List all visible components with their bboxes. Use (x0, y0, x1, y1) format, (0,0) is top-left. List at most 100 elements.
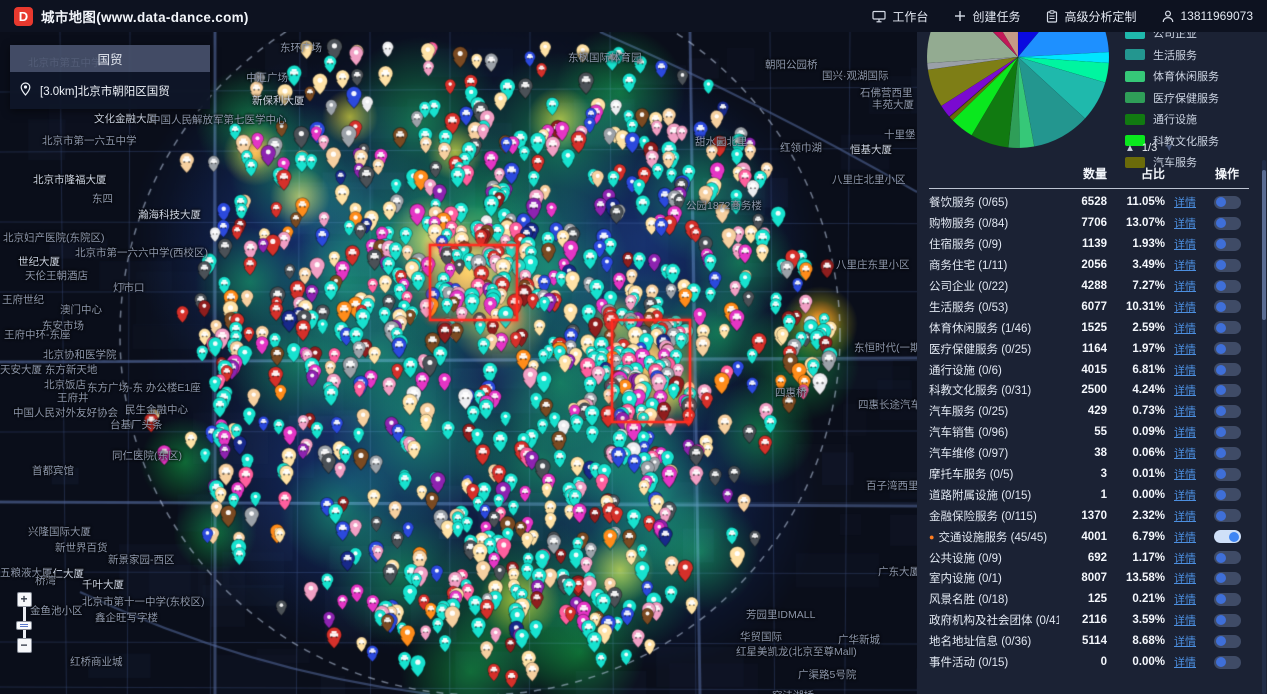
category-count: 4001 (1081, 530, 1107, 543)
category-pct: 0.21% (1132, 593, 1165, 606)
zoom-out-button[interactable]: − (16, 638, 32, 653)
visibility-toggle[interactable] (1213, 655, 1241, 669)
table-row: 公共设施 (0/9) 692 1.17% 详情 (929, 547, 1249, 568)
zoom-slider-handle[interactable] (16, 621, 32, 630)
table-divider (929, 188, 1249, 189)
search-panel: 国贸 [3.0km]北京市朝阳区国贸 (10, 45, 210, 109)
detail-link[interactable]: 详情 (1174, 553, 1196, 565)
detail-link[interactable]: 详情 (1174, 657, 1196, 669)
detail-link[interactable]: 详情 (1174, 281, 1196, 293)
category-pct: 0.01% (1132, 468, 1165, 481)
user-icon (1162, 10, 1174, 23)
sidebar-scrollbar[interactable] (1262, 160, 1266, 694)
visibility-toggle[interactable] (1213, 530, 1241, 544)
category-name: 事件活动 (0/15) (929, 657, 1009, 670)
visibility-toggle[interactable] (1213, 237, 1241, 251)
nav-create-task-label: 创建任务 (972, 9, 1021, 24)
legend-item: 公司企业 (1125, 32, 1219, 41)
detail-link[interactable]: 详情 (1174, 406, 1196, 418)
detail-link[interactable]: 详情 (1174, 302, 1196, 314)
visibility-toggle[interactable] (1213, 425, 1241, 439)
detail-link[interactable]: 详情 (1174, 490, 1196, 502)
map-canvas[interactable] (0, 32, 917, 694)
detail-link[interactable]: 详情 (1174, 511, 1196, 523)
category-count: 7706 (1081, 217, 1107, 230)
nav-account[interactable]: 13811969073 (1162, 9, 1253, 23)
app-title: 城市地图(www.data-dance.com) (41, 10, 249, 25)
visibility-toggle[interactable] (1213, 446, 1241, 460)
detail-link[interactable]: 详情 (1174, 594, 1196, 606)
detail-link[interactable]: 详情 (1174, 427, 1196, 439)
category-count: 0 (1100, 656, 1107, 669)
detail-link[interactable]: 详情 (1174, 260, 1196, 272)
detail-link[interactable]: 详情 (1174, 365, 1196, 377)
table-row: 科教文化服务 (0/31) 2500 4.24% 详情 (929, 380, 1249, 401)
category-pct: 6.81% (1132, 363, 1165, 376)
search-result-item[interactable]: [3.0km]北京市朝阳区国贸 (10, 72, 210, 109)
category-name: 公司企业 (0/22) (929, 281, 1009, 293)
zoom-slider-track-lower[interactable] (22, 630, 26, 638)
table-row: 道路附属设施 (0/15) 1 0.00% 详情 (929, 484, 1249, 505)
category-name: ● 交通设施服务 (45/45) (929, 531, 1048, 544)
visibility-toggle[interactable] (1213, 488, 1241, 502)
header-count: 数量 (1082, 166, 1107, 181)
visibility-toggle[interactable] (1213, 613, 1241, 627)
visibility-toggle[interactable] (1213, 509, 1241, 523)
category-count: 2500 (1081, 384, 1107, 397)
category-count: 55 (1094, 426, 1107, 439)
visibility-toggle[interactable] (1213, 592, 1241, 606)
table-row: 汽车销售 (0/96) 55 0.09% 详情 (929, 422, 1249, 443)
detail-link[interactable]: 详情 (1174, 636, 1196, 648)
visibility-toggle[interactable] (1213, 258, 1241, 272)
legend-page-down-icon[interactable]: ▼ (1164, 143, 1174, 154)
category-count: 5114 (1082, 635, 1107, 648)
visibility-toggle[interactable] (1213, 634, 1241, 648)
nav-create-task[interactable]: 创建任务 (954, 8, 1020, 25)
category-pct: 6.79% (1132, 530, 1165, 543)
legend-label: 体育休闲服务 (1153, 71, 1219, 83)
category-name: 公共设施 (0/9) (929, 552, 1002, 565)
visibility-toggle[interactable] (1213, 383, 1241, 397)
visibility-toggle[interactable] (1213, 404, 1241, 418)
nav-workbench[interactable]: 工作台 (872, 8, 928, 25)
app-root: D 城市地图(www.data-dance.com) 工作台 创建任务 高级分析… (0, 0, 1267, 694)
detail-link[interactable]: 详情 (1174, 573, 1196, 585)
zoom-slider-track[interactable] (22, 607, 26, 621)
category-count: 6528 (1081, 196, 1107, 209)
detail-link[interactable]: 详情 (1174, 197, 1196, 209)
detail-link[interactable]: 详情 (1174, 385, 1196, 397)
top-bar: D 城市地图(www.data-dance.com) 工作台 创建任务 高级分析… (0, 0, 1267, 32)
detail-link[interactable]: 详情 (1174, 448, 1196, 460)
table-row: 商务住宅 (1/11) 2056 3.49% 详情 (929, 255, 1249, 276)
visibility-toggle[interactable] (1213, 279, 1241, 293)
visibility-toggle[interactable] (1213, 467, 1241, 481)
detail-link[interactable]: 详情 (1174, 239, 1196, 251)
detail-link[interactable]: 详情 (1174, 344, 1196, 356)
category-name: 道路附属设施 (0/15) (929, 489, 1032, 502)
visibility-toggle[interactable] (1213, 195, 1241, 209)
visibility-toggle[interactable] (1213, 300, 1241, 314)
table-row: 摩托车服务 (0/5) 3 0.01% 详情 (929, 464, 1249, 485)
category-count: 1 (1100, 488, 1107, 501)
detail-link[interactable]: 详情 (1174, 615, 1196, 627)
visibility-toggle[interactable] (1213, 342, 1241, 356)
search-keyword[interactable]: 国贸 (10, 45, 210, 72)
zoom-in-button[interactable]: + (16, 592, 32, 607)
scrollbar-thumb[interactable] (1262, 170, 1266, 320)
visibility-toggle[interactable] (1213, 321, 1241, 335)
legend-swatch (1125, 70, 1145, 82)
nav-advanced-analysis[interactable]: 高级分析定制 (1046, 8, 1136, 25)
detail-link[interactable]: 详情 (1174, 323, 1196, 335)
legend-page-indicator: 1/3 (1141, 142, 1158, 154)
detail-link[interactable]: 详情 (1174, 532, 1196, 544)
visibility-toggle[interactable] (1213, 551, 1241, 565)
category-name: 室内设施 (0/1) (929, 573, 1002, 586)
visibility-toggle[interactable] (1213, 363, 1241, 377)
visibility-toggle[interactable] (1213, 216, 1241, 230)
legend-page-up-icon[interactable]: ▲ (1125, 143, 1135, 154)
visibility-toggle[interactable] (1213, 571, 1241, 585)
detail-link[interactable]: 详情 (1174, 469, 1196, 481)
detail-link[interactable]: 详情 (1174, 218, 1196, 230)
stats-table-body: 餐饮服务 (0/65) 6528 11.05% 详情 购物服务 (0/84) 7706 13… (929, 192, 1249, 672)
category-name: 医疗保健服务 (0/25) (929, 343, 1032, 356)
